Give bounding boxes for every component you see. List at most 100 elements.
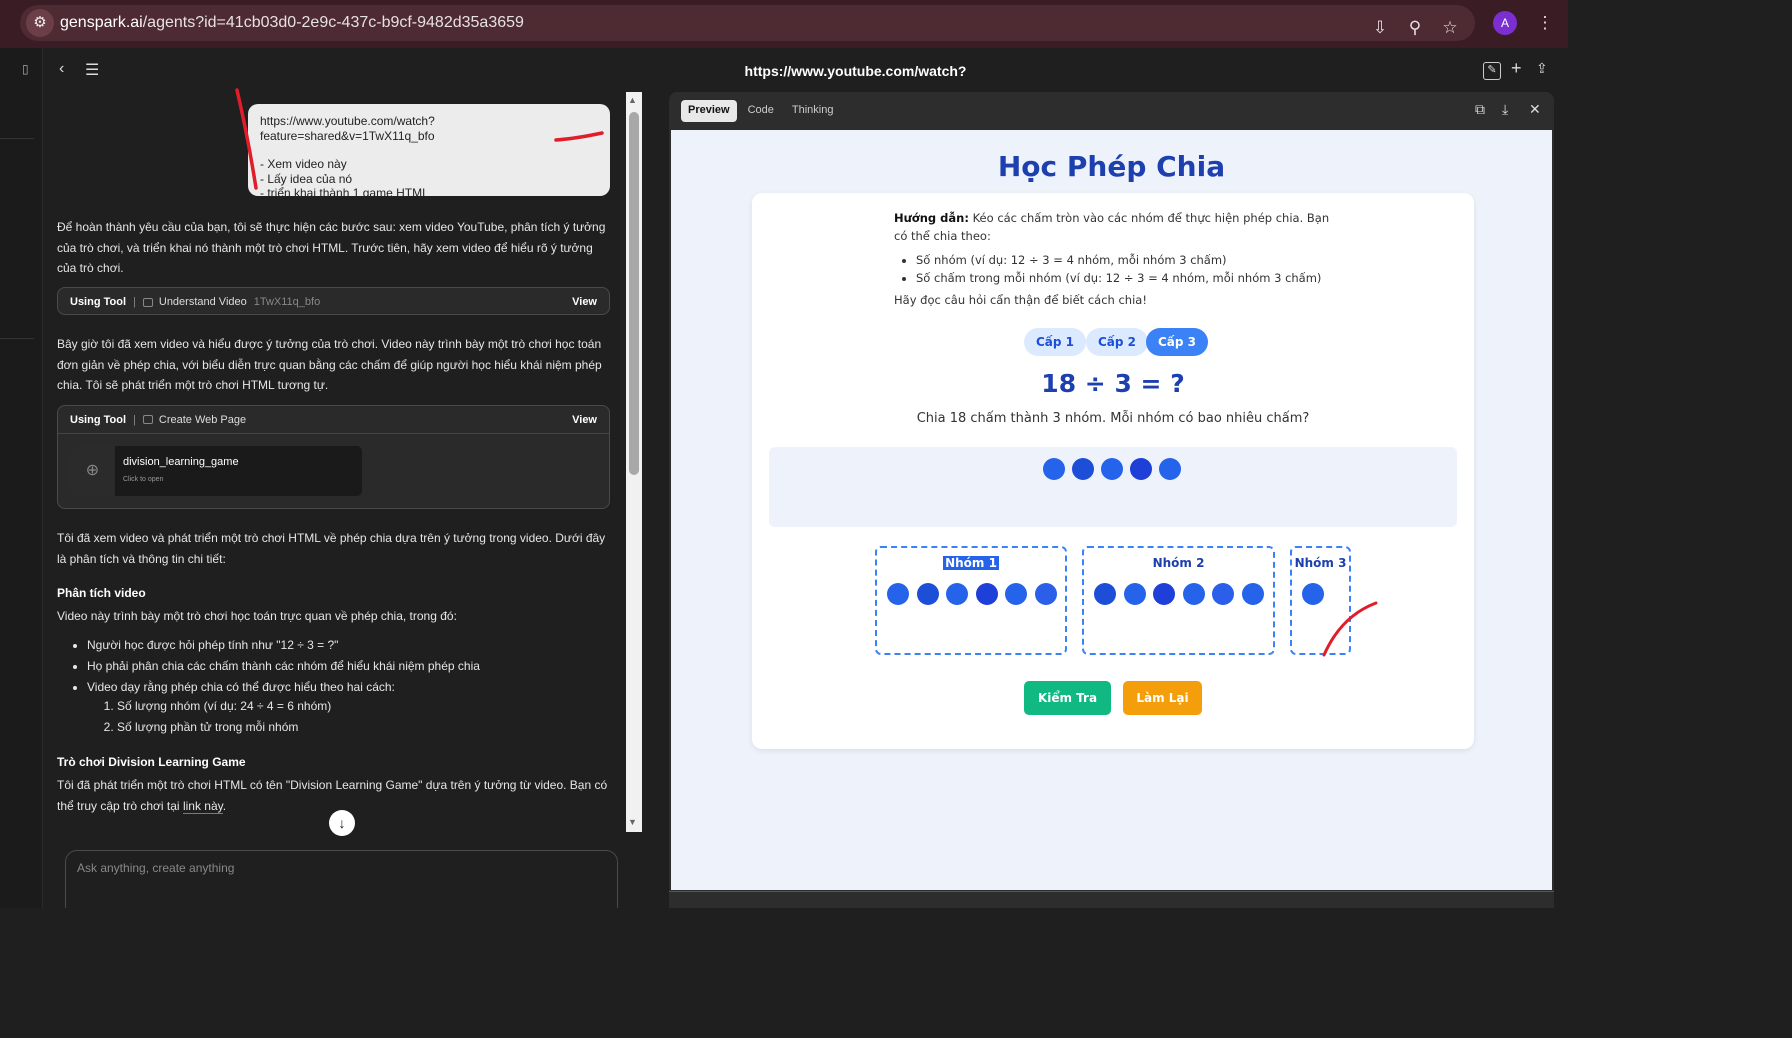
tool-name: Create Web Page <box>158 413 247 426</box>
chat-input[interactable]: Ask anything, create anything <box>65 850 618 908</box>
question-text: Chia 18 chấm thành 3 nhóm. Mỗi nhóm có b… <box>916 411 1310 426</box>
draggable-dot[interactable] <box>887 583 909 605</box>
user-message-line: - Lấy idea của nó <box>260 171 353 186</box>
tab-code[interactable]: Code <box>741 100 781 122</box>
user-message-line: - triển khai thành 1 game HTML <box>260 186 429 200</box>
game-text-end: . <box>222 798 227 813</box>
url-text[interactable]: genspark.ai/agents?id=41cb03d0-2e9c-437c… <box>60 14 524 32</box>
draggable-dot[interactable] <box>1072 458 1094 480</box>
user-message: https://www.youtube.com/watch?feature=sh… <box>248 104 610 200</box>
game-frame: Học Phép Chia Hướng dẫn: Kéo các chấm tr… <box>671 130 1552 890</box>
chat-panel: https://www.youtube.com/watch?feature=sh… <box>43 92 625 908</box>
page-title: https://www.youtube.com/watch? <box>744 63 967 79</box>
draggable-dot[interactable] <box>1094 583 1116 605</box>
list-item: Người học được hỏi phép tính như "12 ÷ 3… <box>87 638 607 652</box>
preview-panel: Preview Code Thinking ⧉ ⤓ ✕ Học Phép Chi… <box>669 92 1554 908</box>
draggable-dot[interactable] <box>1123 583 1146 605</box>
site-settings-icon[interactable]: ⚙ <box>26 9 54 37</box>
draggable-dot[interactable] <box>1101 458 1123 480</box>
tab-preview[interactable]: Preview <box>681 100 737 122</box>
analysis-intro: Video này trình bày một trò chơi học toá… <box>57 609 457 623</box>
web-page-icon <box>142 415 153 424</box>
level-3-button[interactable]: Cấp 3 <box>1146 328 1209 356</box>
level-1-button[interactable]: Cấp 1 <box>1024 328 1087 356</box>
bookmark-star-icon[interactable]: ☆ <box>1437 15 1463 41</box>
tab-thinking[interactable]: Thinking <box>785 100 841 122</box>
assistant-paragraph: Để hoàn thành yêu cầu của bạn, tôi sẽ th… <box>57 220 606 275</box>
install-app-icon[interactable]: ⇩ <box>1367 15 1393 41</box>
edit-icon[interactable]: ✎ <box>1483 62 1501 80</box>
game-title: Học Phép Chia <box>997 150 1226 183</box>
chat-scrollbar[interactable]: ▲ ▼ <box>626 92 642 832</box>
reset-button[interactable]: Làm Lại <box>1123 681 1202 715</box>
preview-footer <box>669 891 1554 908</box>
tool-call-understand-video[interactable]: Using Tool | Understand Video 1TwX11q_bf… <box>57 287 610 315</box>
group-label: Nhóm 1 <box>877 556 1065 570</box>
draggable-dot[interactable] <box>975 583 998 605</box>
new-icon[interactable]: + <box>1511 58 1522 79</box>
file-card[interactable]: ⊕ division_learning_game Click to open <box>70 446 362 496</box>
draggable-dot[interactable] <box>946 583 968 605</box>
section-heading: Trò chơi Division Learning Game <box>57 755 246 769</box>
share-icon[interactable]: ⇪ <box>1536 60 1548 77</box>
draggable-dot[interactable] <box>1212 583 1234 605</box>
group-label: Nhóm 3 <box>1294 556 1347 570</box>
group-1-dropzone[interactable]: Nhóm 1 <box>875 546 1067 655</box>
instructions-note: Hãy đọc câu hỏi cẩn thận để biết cách ch… <box>894 293 1147 307</box>
download-icon[interactable]: ⤓ <box>1502 101 1508 118</box>
url-path: /agents?id=41cb03d0-2e9c-437c-b9cf-9482d… <box>142 14 524 31</box>
instructions-list: Số nhóm (ví dụ: 12 ÷ 3 = 4 nhóm, mỗi nhó… <box>902 251 1321 287</box>
rail-divider <box>0 138 34 139</box>
division-problem: 18 ÷ 3 = ? <box>1041 369 1185 398</box>
section-heading: Phân tích video <box>57 586 146 600</box>
draggable-dot[interactable] <box>1302 583 1324 605</box>
profile-avatar[interactable]: A <box>1493 11 1517 35</box>
file-subtitle: Click to open <box>123 476 164 483</box>
open-external-icon[interactable]: ⧉ <box>1475 101 1485 118</box>
scroll-down-arrow-icon[interactable]: ▼ <box>628 817 637 827</box>
game-paragraph: Tôi đã phát triển một trò chơi HTML có t… <box>57 775 612 816</box>
list-item: Số nhóm (ví dụ: 12 ÷ 3 = 4 nhóm, mỗi nhó… <box>916 251 1321 269</box>
globe-icon: ⊕ <box>70 446 115 496</box>
tool-prefix: Using Tool <box>70 296 127 308</box>
list-item: Số lượng phần tử trong mỗi nhóm <box>117 720 597 734</box>
level-2-button[interactable]: Cấp 2 <box>1086 328 1149 356</box>
scroll-down-button[interactable]: ↓ <box>329 810 355 836</box>
view-button[interactable]: View <box>572 414 597 426</box>
draggable-dot[interactable] <box>916 583 939 605</box>
browser-toolbar: ⚙ genspark.ai/agents?id=41cb03d0-2e9c-43… <box>0 0 1568 48</box>
draggable-dot[interactable] <box>1130 458 1152 480</box>
instructions: Hướng dẫn: Kéo các chấm tròn vào các nhó… <box>894 209 1344 245</box>
address-bar[interactable]: ⚙ genspark.ai/agents?id=41cb03d0-2e9c-43… <box>20 5 1475 41</box>
close-icon[interactable]: ✕ <box>1529 101 1541 118</box>
draggable-dot[interactable] <box>1182 583 1205 605</box>
view-button[interactable]: View <box>572 296 597 308</box>
scrollbar-thumb[interactable] <box>629 112 639 475</box>
draggable-dot[interactable] <box>1153 583 1175 605</box>
group-3-dropzone[interactable]: Nhóm 3 <box>1290 546 1351 655</box>
group-2-dropzone[interactable]: Nhóm 2 <box>1082 546 1275 655</box>
draggable-dot[interactable] <box>1005 583 1027 605</box>
draggable-dot[interactable] <box>1241 583 1264 605</box>
draggable-dot[interactable] <box>1159 458 1181 480</box>
url-host: genspark.ai <box>60 14 143 31</box>
user-message-link: https://www.youtube.com/watch?feature=sh… <box>260 114 435 143</box>
tool-name: Understand Video <box>158 296 247 308</box>
sidebar-toggle-icon[interactable]: ▯ <box>22 62 29 76</box>
document-icon <box>142 297 153 307</box>
list-item: Video dạy rằng phép chia có thể được hiể… <box>87 680 607 694</box>
analysis-bullets: Người học được hỏi phép tính như "12 ÷ 3… <box>87 638 607 701</box>
check-button[interactable]: Kiểm Tra <box>1024 681 1111 715</box>
group-label: Nhóm 2 <box>1152 556 1205 570</box>
dot-pool[interactable] <box>769 447 1457 527</box>
tool-arg: 1TwX11q_bfo <box>253 296 321 308</box>
preview-tabs: Preview Code Thinking <box>681 100 844 122</box>
list-item: Họ phải phân chia các chấm thành các nhó… <box>87 659 607 673</box>
file-name: division_learning_game <box>123 456 239 468</box>
draggable-dot[interactable] <box>1034 583 1057 605</box>
game-link[interactable]: link này <box>182 798 223 814</box>
draggable-dot[interactable] <box>1043 458 1065 480</box>
zoom-icon[interactable]: ⚲ <box>1402 15 1428 41</box>
browser-menu-icon[interactable]: ⋮ <box>1532 10 1558 36</box>
scroll-up-arrow-icon[interactable]: ▲ <box>628 95 637 105</box>
